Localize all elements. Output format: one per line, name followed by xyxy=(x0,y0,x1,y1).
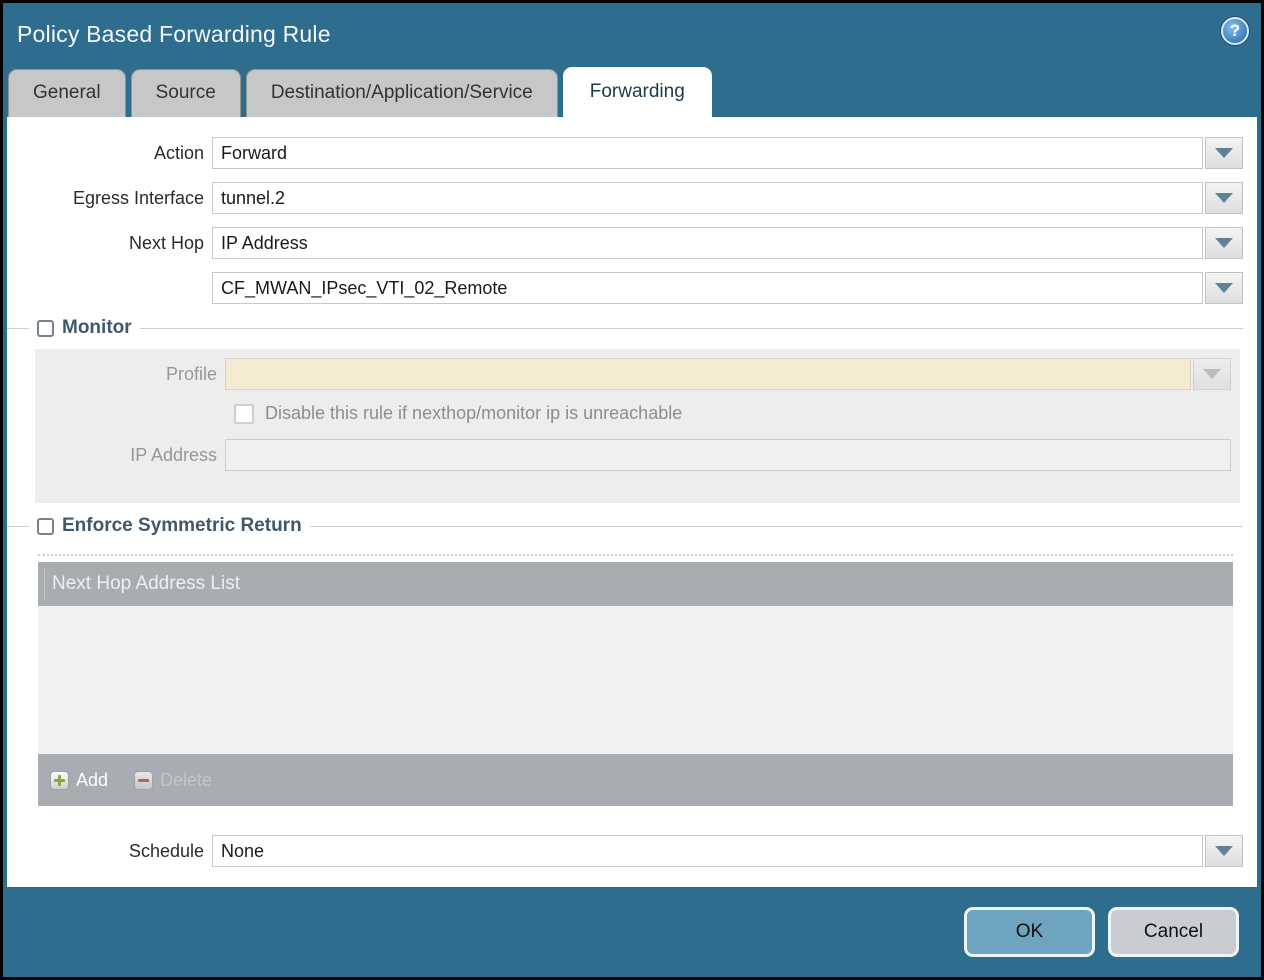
chevron-down-icon xyxy=(1215,148,1233,158)
action-select[interactable]: Forward xyxy=(212,137,1203,169)
egress-interface-label: Egress Interface xyxy=(7,188,212,209)
next-hop-type-select[interactable]: IP Address xyxy=(212,227,1203,259)
profile-label: Profile xyxy=(35,364,225,385)
symmetric-return-legend-text: Enforce Symmetric Return xyxy=(62,515,302,537)
monitor-ip-address-input xyxy=(225,439,1231,471)
egress-interface-row: Egress Interface tunnel.2 xyxy=(7,182,1243,214)
next-hop-table-footer: Add Delete xyxy=(38,754,1233,806)
tab-source[interactable]: Source xyxy=(131,69,241,117)
schedule-select[interactable]: None xyxy=(212,835,1203,867)
symmetric-return-checkbox[interactable] xyxy=(37,518,54,535)
schedule-row: Schedule None xyxy=(7,835,1243,867)
add-button[interactable]: Add xyxy=(50,770,108,791)
ok-button[interactable]: OK xyxy=(964,907,1095,957)
disable-rule-checkbox xyxy=(234,404,254,424)
profile-select xyxy=(225,358,1191,390)
next-hop-table-header-label: Next Hop Address List xyxy=(52,573,240,595)
action-row: Action Forward xyxy=(7,137,1243,169)
profile-row: Profile xyxy=(35,358,1231,390)
monitor-ip-address-row: IP Address xyxy=(35,439,1231,471)
help-icon[interactable]: ? xyxy=(1221,17,1249,45)
cancel-button[interactable]: Cancel xyxy=(1108,907,1239,957)
next-hop-label: Next Hop xyxy=(7,233,212,254)
tab-forwarding[interactable]: Forwarding xyxy=(563,67,712,117)
monitor-legend: Monitor xyxy=(7,317,1243,339)
profile-dropdown-button xyxy=(1193,358,1231,390)
add-button-label: Add xyxy=(76,770,108,791)
delete-button: Delete xyxy=(134,770,212,791)
policy-based-forwarding-dialog: Policy Based Forwarding Rule ? General S… xyxy=(3,3,1261,977)
chevron-down-icon xyxy=(1215,846,1233,856)
tab-content-forwarding: Action Forward Egress Interface tunnel.2… xyxy=(7,117,1257,887)
delete-button-label: Delete xyxy=(160,770,212,791)
disable-rule-row: Disable this rule if nexthop/monitor ip … xyxy=(234,403,1240,424)
egress-interface-dropdown-button[interactable] xyxy=(1205,182,1243,214)
tab-general[interactable]: General xyxy=(8,69,126,117)
tab-bar: General Source Destination/Application/S… xyxy=(3,65,1261,117)
tab-destination-application-service[interactable]: Destination/Application/Service xyxy=(246,69,558,117)
chevron-down-icon xyxy=(1215,238,1233,248)
next-hop-address-table: Next Hop Address List Add Delete xyxy=(38,554,1233,806)
action-label: Action xyxy=(7,143,212,164)
chevron-down-icon xyxy=(1215,193,1233,203)
monitor-ip-address-label: IP Address xyxy=(35,445,225,466)
minus-icon xyxy=(134,771,153,790)
disable-rule-label: Disable this rule if nexthop/monitor ip … xyxy=(265,403,682,424)
egress-interface-select[interactable]: tunnel.2 xyxy=(212,182,1203,214)
dialog-titlebar: Policy Based Forwarding Rule ? xyxy=(3,3,1261,65)
monitor-checkbox[interactable] xyxy=(37,320,54,337)
next-hop-address-select[interactable]: CF_MWAN_IPsec_VTI_02_Remote xyxy=(212,272,1203,304)
next-hop-table-header: Next Hop Address List xyxy=(38,562,1233,606)
next-hop-table-body[interactable] xyxy=(38,606,1233,754)
dialog-button-bar: OK Cancel xyxy=(3,887,1261,977)
monitor-panel: Profile Disable this rule if nexthop/mon… xyxy=(35,349,1240,503)
next-hop-address-dropdown-button[interactable] xyxy=(1205,272,1243,304)
monitor-legend-text: Monitor xyxy=(62,317,132,339)
next-hop-row: Next Hop IP Address xyxy=(7,227,1243,259)
schedule-dropdown-button[interactable] xyxy=(1205,835,1243,867)
next-hop-address-row: CF_MWAN_IPsec_VTI_02_Remote xyxy=(7,272,1243,304)
symmetric-return-legend: Enforce Symmetric Return xyxy=(7,515,1243,537)
chevron-down-icon xyxy=(1203,369,1221,379)
next-hop-type-dropdown-button[interactable] xyxy=(1205,227,1243,259)
action-dropdown-button[interactable] xyxy=(1205,137,1243,169)
dialog-title: Policy Based Forwarding Rule xyxy=(17,21,331,48)
chevron-down-icon xyxy=(1215,283,1233,293)
plus-icon xyxy=(50,771,69,790)
schedule-label: Schedule xyxy=(7,841,212,862)
